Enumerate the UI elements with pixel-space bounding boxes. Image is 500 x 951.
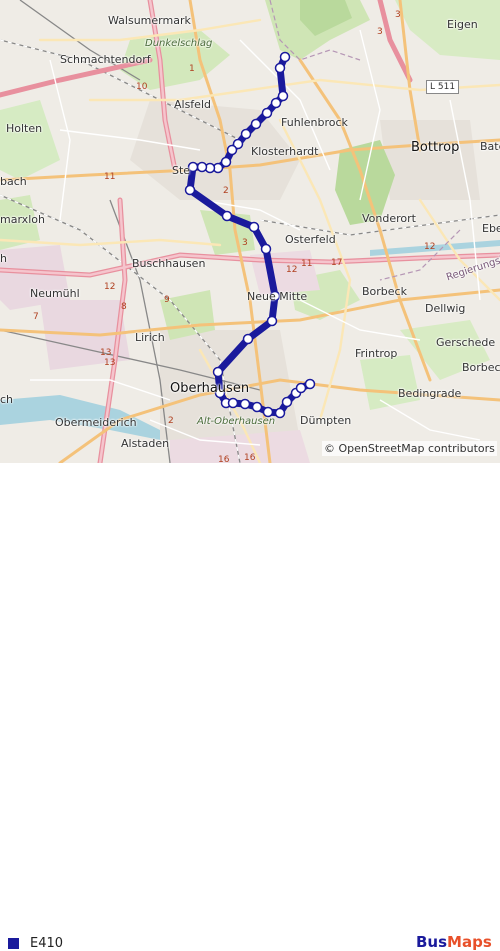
stop-marker[interactable] <box>304 378 316 390</box>
map-base-layer <box>0 0 500 463</box>
route-name-label: E410 <box>30 936 64 951</box>
stop-marker[interactable] <box>221 210 233 222</box>
stop-marker[interactable] <box>277 90 289 102</box>
stop-marker[interactable] <box>269 290 281 302</box>
stop-marker[interactable] <box>295 382 307 394</box>
stop-marker[interactable] <box>262 406 274 418</box>
stop-marker[interactable] <box>261 107 273 119</box>
stop-marker[interactable] <box>248 221 260 233</box>
stop-marker[interactable] <box>196 161 208 173</box>
map-attribution[interactable]: © OpenStreetMap contributors <box>322 441 497 456</box>
stop-marker[interactable] <box>260 243 272 255</box>
stop-marker[interactable] <box>226 144 238 156</box>
stop-marker[interactable] <box>242 333 254 345</box>
route-color-swatch <box>8 938 19 949</box>
stop-marker[interactable] <box>220 156 232 168</box>
stop-marker[interactable] <box>240 128 252 140</box>
stop-marker[interactable] <box>250 118 262 130</box>
stop-marker[interactable] <box>239 398 251 410</box>
legend-footer: E410 BusMaps <box>0 463 500 951</box>
stop-marker[interactable] <box>187 161 199 173</box>
stop-marker[interactable] <box>270 97 282 109</box>
logo-text-part2: Maps <box>447 933 492 951</box>
stop-marker[interactable] <box>184 184 196 196</box>
road-shield-l511: L 511 <box>426 80 460 94</box>
stop-marker[interactable] <box>281 396 293 408</box>
stop-marker[interactable] <box>227 397 239 409</box>
logo-text-part1: Bus <box>416 933 448 951</box>
stop-marker[interactable] <box>274 407 286 419</box>
stop-marker[interactable] <box>274 62 286 74</box>
stop-marker[interactable] <box>212 366 224 378</box>
map-canvas[interactable]: Walsumermark Schmachtendorf Dunkelschlag… <box>0 0 500 463</box>
busmaps-logo[interactable]: BusMaps <box>416 933 492 951</box>
stop-marker[interactable] <box>251 401 263 413</box>
stop-marker[interactable] <box>266 315 278 327</box>
stop-marker[interactable] <box>279 51 291 63</box>
stop-marker[interactable] <box>214 387 226 399</box>
